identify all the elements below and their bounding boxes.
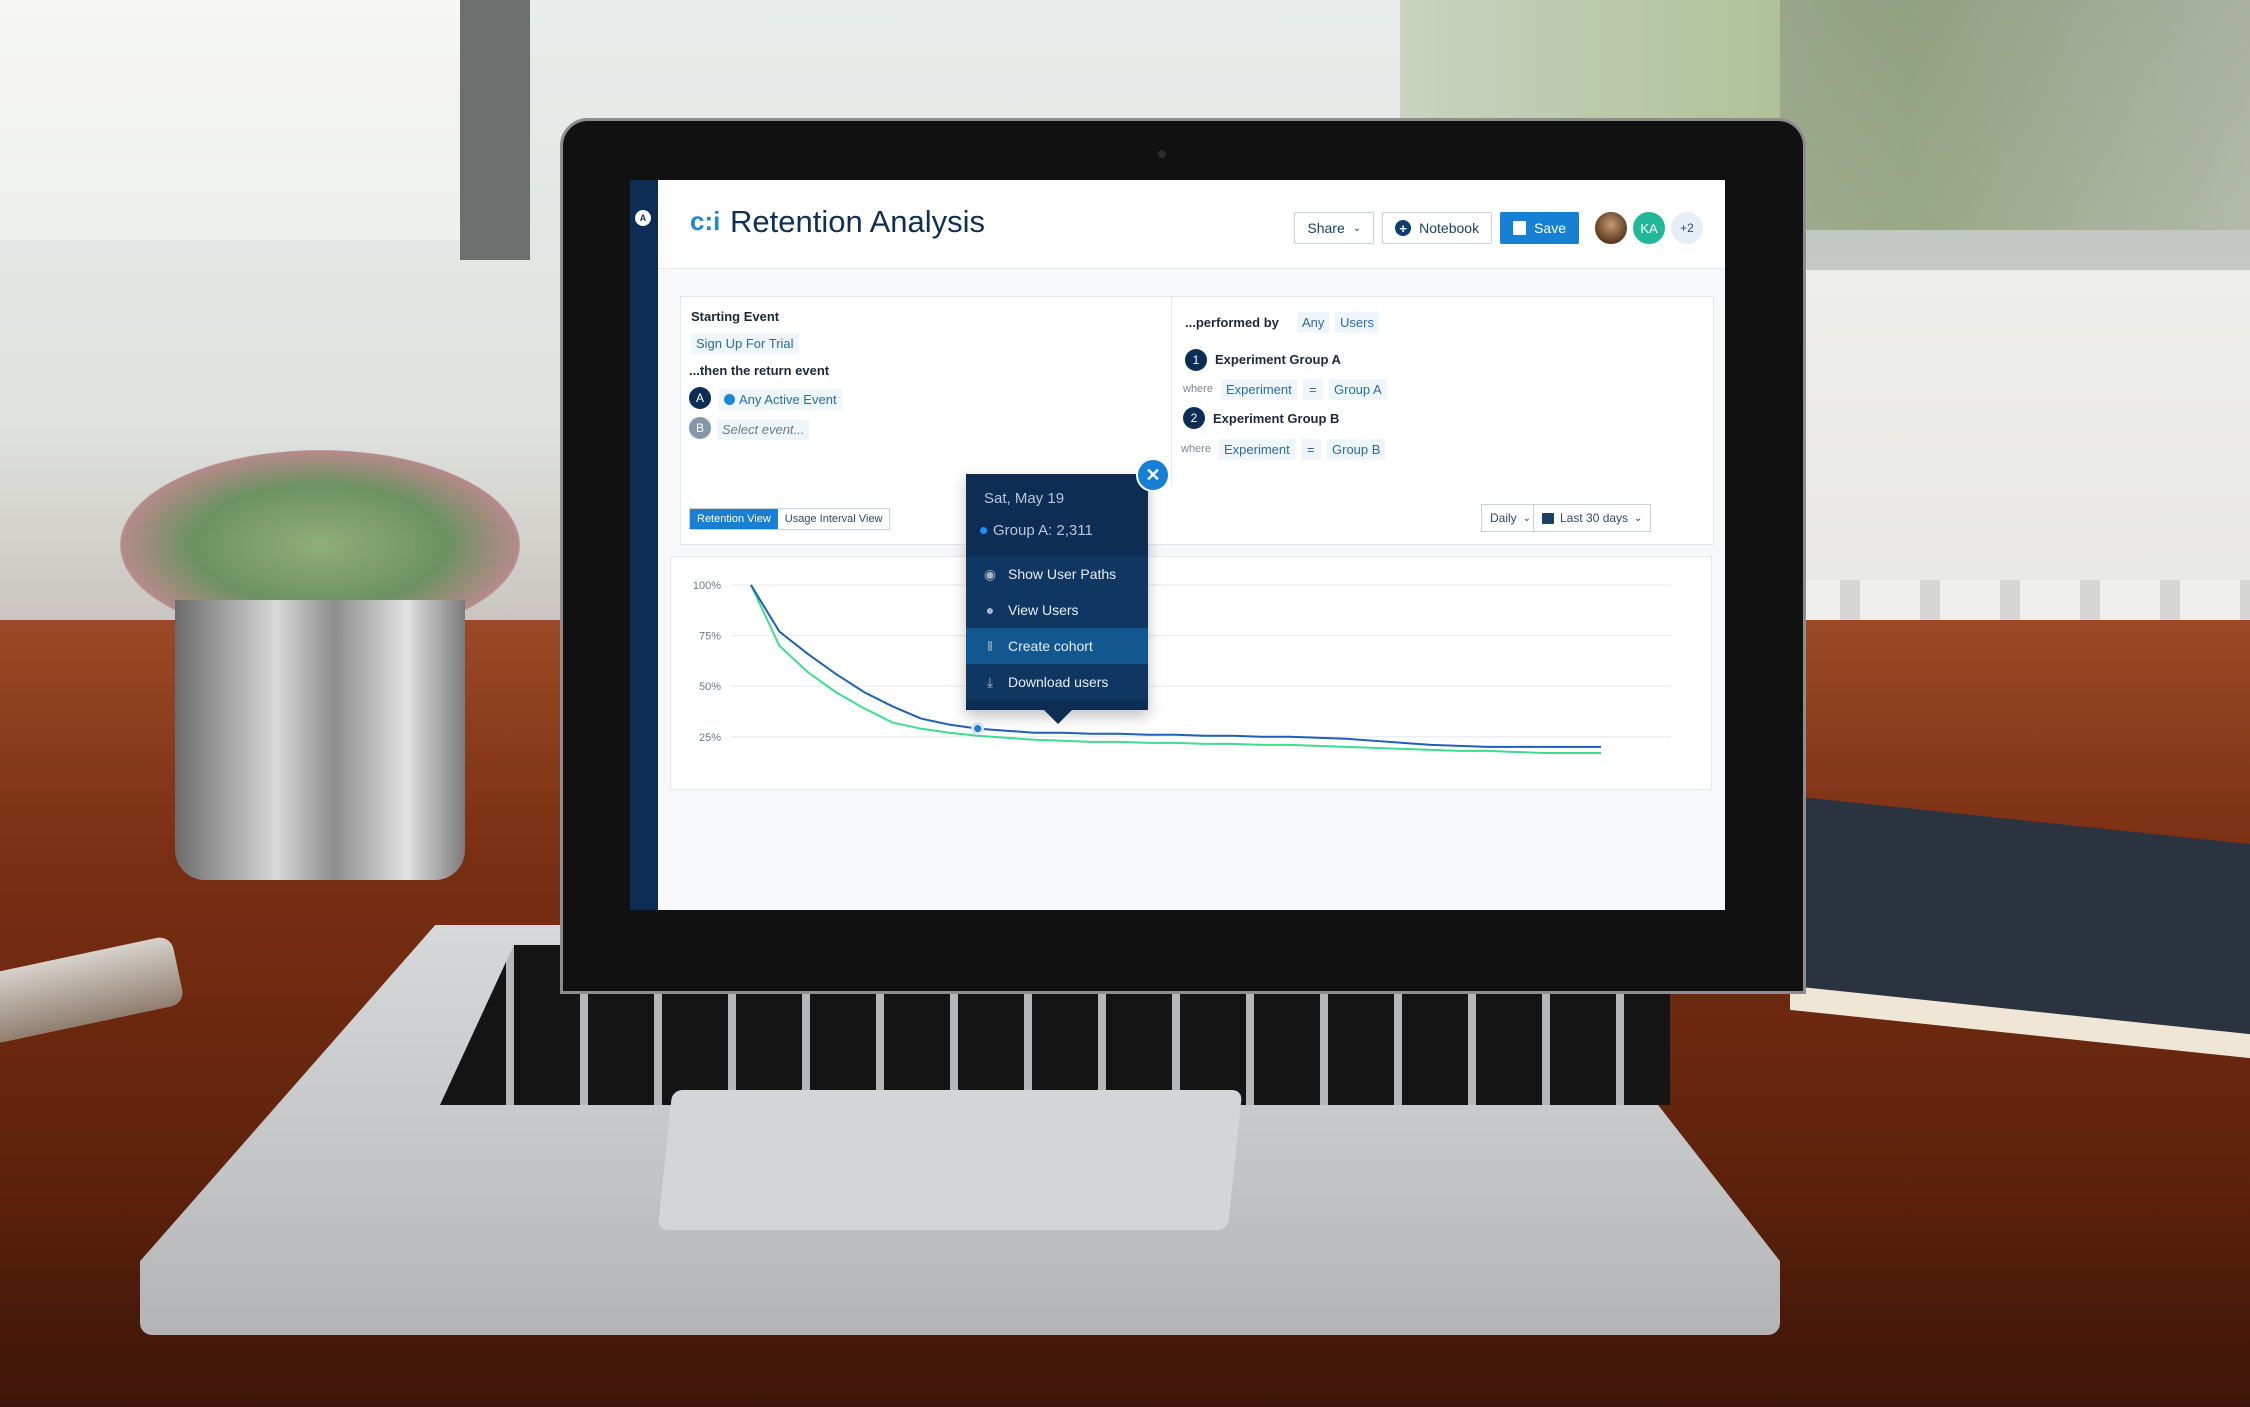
segment-2-property[interactable]: Experiment bbox=[1219, 439, 1295, 460]
laptop-trackpad bbox=[657, 1090, 1243, 1230]
query-builder: Starting Event Sign Up For Trial ...then… bbox=[680, 296, 1714, 488]
starting-event-label: Starting Event bbox=[691, 309, 780, 324]
return-event-a-value: Any Active Event bbox=[739, 392, 837, 407]
segment-1-name[interactable]: Experiment Group A bbox=[1215, 352, 1341, 367]
date-range-dropdown[interactable]: Last 30 days ⌄ bbox=[1533, 504, 1652, 532]
notebook-button[interactable]: + Notebook bbox=[1382, 212, 1493, 244]
y-tick-label: 75% bbox=[699, 631, 721, 643]
tooltip-pointer bbox=[1044, 710, 1072, 724]
chevron-down-icon: ⌄ bbox=[1522, 512, 1532, 524]
save-button[interactable]: Save bbox=[1500, 212, 1579, 244]
chevron-down-icon: ⌄ bbox=[1352, 222, 1362, 234]
page-title: Retention Analysis bbox=[730, 204, 986, 239]
eye-icon: ◉ bbox=[983, 565, 997, 582]
menu-item-view-users[interactable]: ● View Users bbox=[966, 592, 1148, 628]
tooltip-date: Sat, May 19 bbox=[984, 490, 1065, 507]
retention-chart: 100% 75% 50% 25% bbox=[670, 556, 1712, 790]
share-button[interactable]: Share ⌄ bbox=[1294, 212, 1375, 244]
chart-toolbar: Retention View Usage Interval View Daily… bbox=[680, 486, 1714, 545]
sidebar: A bbox=[630, 180, 658, 910]
chevron-down-icon: ⌄ bbox=[1634, 512, 1643, 524]
notebook-label: Notebook bbox=[1419, 220, 1480, 236]
performed-by-entity-selector[interactable]: Users bbox=[1335, 312, 1379, 333]
segment-1-operator[interactable]: = bbox=[1303, 379, 1323, 400]
segment-badge-2: 2 bbox=[1183, 407, 1205, 429]
share-label: Share bbox=[1307, 220, 1345, 236]
user-icon: ● bbox=[985, 602, 995, 618]
save-label: Save bbox=[1534, 220, 1566, 236]
menu-item-label: Show User Paths bbox=[1008, 566, 1117, 582]
cohort-icon: ‖ bbox=[987, 638, 993, 654]
background-window-frame-right bbox=[1780, 0, 2250, 270]
segment-2-value[interactable]: Group B bbox=[1327, 439, 1386, 460]
menu-item-label: Create cohort bbox=[1008, 638, 1093, 654]
tab-usage-interval-view[interactable]: Usage Interval View bbox=[777, 509, 890, 529]
metal-plant-pot bbox=[175, 600, 465, 880]
segment-2-where: where bbox=[1181, 443, 1211, 455]
activity-icon bbox=[724, 394, 735, 405]
series-dot-icon bbox=[980, 527, 987, 534]
series-line-group-a[interactable] bbox=[750, 584, 1601, 748]
event-badge-b: B bbox=[689, 417, 711, 439]
amplitude-logo-icon[interactable]: A bbox=[635, 210, 651, 226]
laptop-screen: A c:i Retention Analysis Share ⌄ + Noteb… bbox=[630, 180, 1725, 910]
return-event-a-selector[interactable]: Any Active Event bbox=[719, 389, 842, 410]
close-tooltip-button[interactable]: ✕ bbox=[1136, 458, 1170, 492]
avatar-ka[interactable]: KA bbox=[1631, 210, 1667, 246]
segment-badge-1: 1 bbox=[1185, 349, 1207, 371]
calendar-icon bbox=[1542, 512, 1554, 524]
menu-item-create-cohort[interactable]: ‖ Create cohort bbox=[966, 628, 1148, 664]
y-tick-label: 100% bbox=[693, 580, 721, 592]
performed-by-label: ...performed by bbox=[1185, 315, 1279, 330]
download-icon: ⤓ bbox=[986, 673, 994, 690]
segment-2-name[interactable]: Experiment Group B bbox=[1213, 411, 1339, 426]
tooltip-value: Group A: 2,311 bbox=[980, 522, 1093, 539]
tooltip-menu: ◉ Show User Paths ● View Users ‖ Create … bbox=[966, 556, 1148, 700]
date-range-value: Last 30 days bbox=[1560, 511, 1629, 525]
event-badge-a: A bbox=[689, 387, 711, 409]
avatar-user-photo[interactable] bbox=[1593, 210, 1629, 246]
menu-item-label: View Users bbox=[1008, 602, 1079, 618]
chart-tooltip: Sat, May 19 Group A: 2,311 ◉ Show User P… bbox=[966, 474, 1148, 724]
view-toggle: Retention View Usage Interval View bbox=[689, 508, 891, 530]
menu-item-download-users[interactable]: ⤓ Download users bbox=[966, 664, 1148, 700]
segment-1-property[interactable]: Experiment bbox=[1221, 379, 1297, 400]
segment-1-where: where bbox=[1183, 383, 1213, 395]
header-actions: Share ⌄ + Notebook Save KA +2 bbox=[1294, 210, 1705, 246]
webcam bbox=[1158, 150, 1166, 158]
background-window bbox=[0, 0, 480, 240]
interval-value: Daily bbox=[1490, 511, 1517, 525]
interval-dropdown[interactable]: Daily ⌄ bbox=[1481, 504, 1541, 532]
y-tick-label: 50% bbox=[699, 681, 721, 693]
return-event-b-selector[interactable]: Select event... bbox=[717, 419, 810, 440]
tooltip-series-label: Group A: 2,311 bbox=[993, 522, 1093, 539]
return-event-label: ...then the return event bbox=[689, 363, 830, 378]
performed-by-scope-selector[interactable]: Any bbox=[1297, 312, 1330, 333]
segment-1-value[interactable]: Group A bbox=[1329, 379, 1387, 400]
segment-panel: ...performed by Any Users 1 Experiment G… bbox=[1171, 297, 1713, 487]
menu-item-label: Download users bbox=[1008, 674, 1109, 690]
segment-2-operator[interactable]: = bbox=[1301, 439, 1321, 460]
y-tick-label: 25% bbox=[699, 732, 721, 744]
highlighted-data-point[interactable] bbox=[971, 722, 985, 736]
main-content: c:i Retention Analysis Share ⌄ + Noteboo… bbox=[658, 180, 1725, 910]
series-line-group-b[interactable] bbox=[750, 584, 1601, 754]
retention-line-chart[interactable]: 100% 75% 50% 25% bbox=[671, 557, 1711, 789]
menu-item-show-user-paths[interactable]: ◉ Show User Paths bbox=[966, 556, 1148, 592]
avatar-overflow-count[interactable]: +2 bbox=[1669, 210, 1705, 246]
page-header: c:i Retention Analysis Share ⌄ + Noteboo… bbox=[658, 180, 1725, 269]
starting-event-selector[interactable]: Sign Up For Trial bbox=[691, 333, 799, 354]
brand-logo-icon: c:i bbox=[690, 206, 721, 236]
floppy-disk-icon bbox=[1513, 221, 1527, 235]
background-window-frame bbox=[460, 0, 530, 260]
tab-retention-view[interactable]: Retention View bbox=[690, 509, 778, 529]
plus-circle-icon: + bbox=[1395, 220, 1412, 236]
event-selection-panel: Starting Event Sign Up For Trial ...then… bbox=[681, 297, 1172, 487]
